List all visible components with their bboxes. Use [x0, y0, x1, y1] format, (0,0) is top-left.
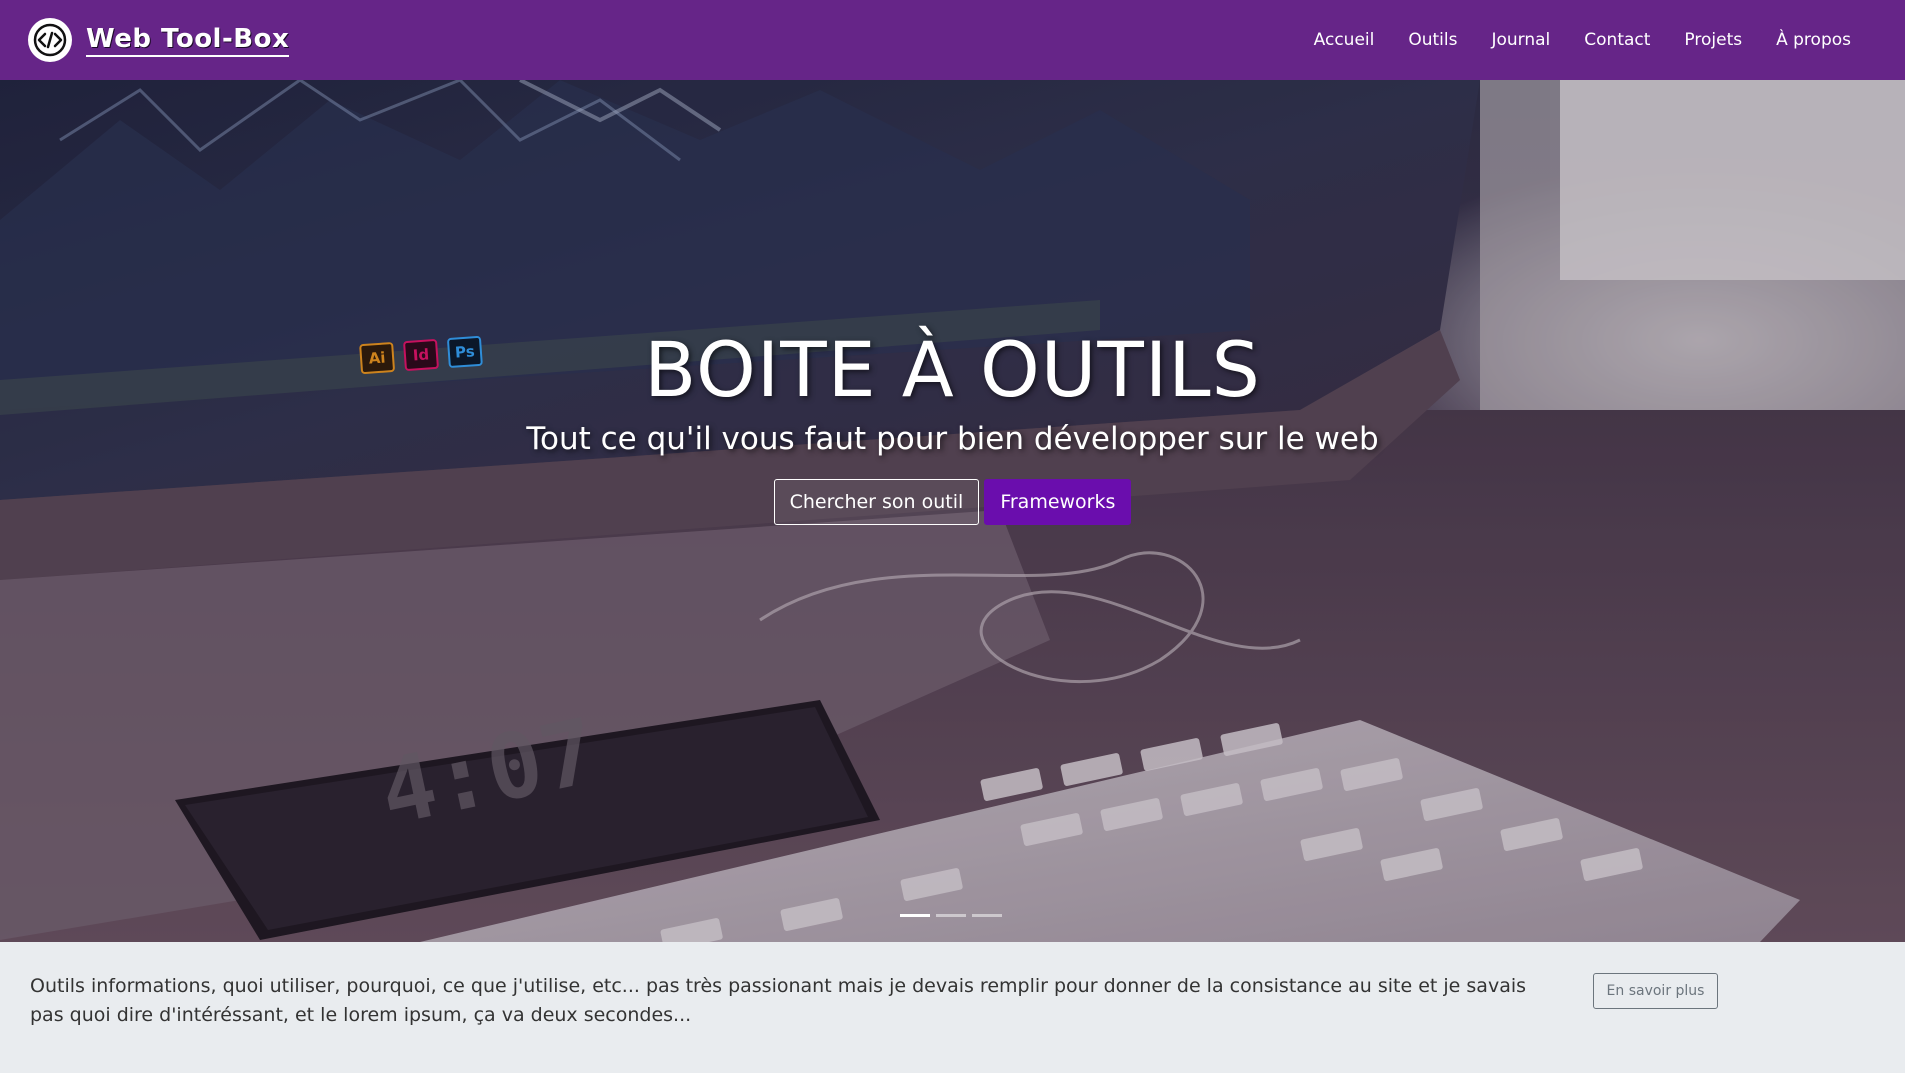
info-section: Outils informations, quoi utiliser, pour… [0, 942, 1905, 1073]
hero-carousel: Ai Id Ps 4:07 BOITE À OUTILS Tout ce qu'… [0, 80, 1905, 942]
nav-link-outils[interactable]: Outils [1408, 30, 1457, 50]
nav-link-journal[interactable]: Journal [1491, 30, 1550, 50]
brand-link[interactable]: Web Tool-Box [28, 18, 290, 62]
hero-title: BOITE À OUTILS [644, 325, 1261, 414]
nav-link-projets[interactable]: Projets [1684, 30, 1742, 50]
nav-links: Accueil Outils Journal Contact Projets À… [1314, 30, 1851, 50]
hero-buttons: Chercher son outil Frameworks [0, 479, 1905, 525]
frameworks-button[interactable]: Frameworks [984, 479, 1132, 525]
learn-more-button[interactable]: En savoir plus [1593, 973, 1718, 1009]
carousel-indicator-1[interactable] [900, 914, 930, 917]
carousel-indicator-2[interactable] [936, 914, 966, 917]
nav-link-accueil[interactable]: Accueil [1314, 30, 1375, 50]
hero-content: BOITE À OUTILS Tout ce qu'il vous faut p… [0, 325, 1905, 525]
info-text: Outils informations, quoi utiliser, pour… [30, 975, 1527, 1026]
nav-link-contact[interactable]: Contact [1584, 30, 1650, 50]
navbar: Web Tool-Box Accueil Outils Journal Cont… [0, 0, 1905, 80]
hero-subtitle: Tout ce qu'il vous faut pour bien dévelo… [526, 421, 1379, 457]
carousel-indicator-3[interactable] [972, 914, 1002, 917]
search-tool-button[interactable]: Chercher son outil [773, 479, 980, 525]
code-brackets-icon [28, 18, 72, 62]
nav-link-a-propos[interactable]: À propos [1776, 30, 1851, 50]
brand-name[interactable]: Web Tool-Box [86, 24, 290, 57]
carousel-indicators [900, 914, 1002, 917]
